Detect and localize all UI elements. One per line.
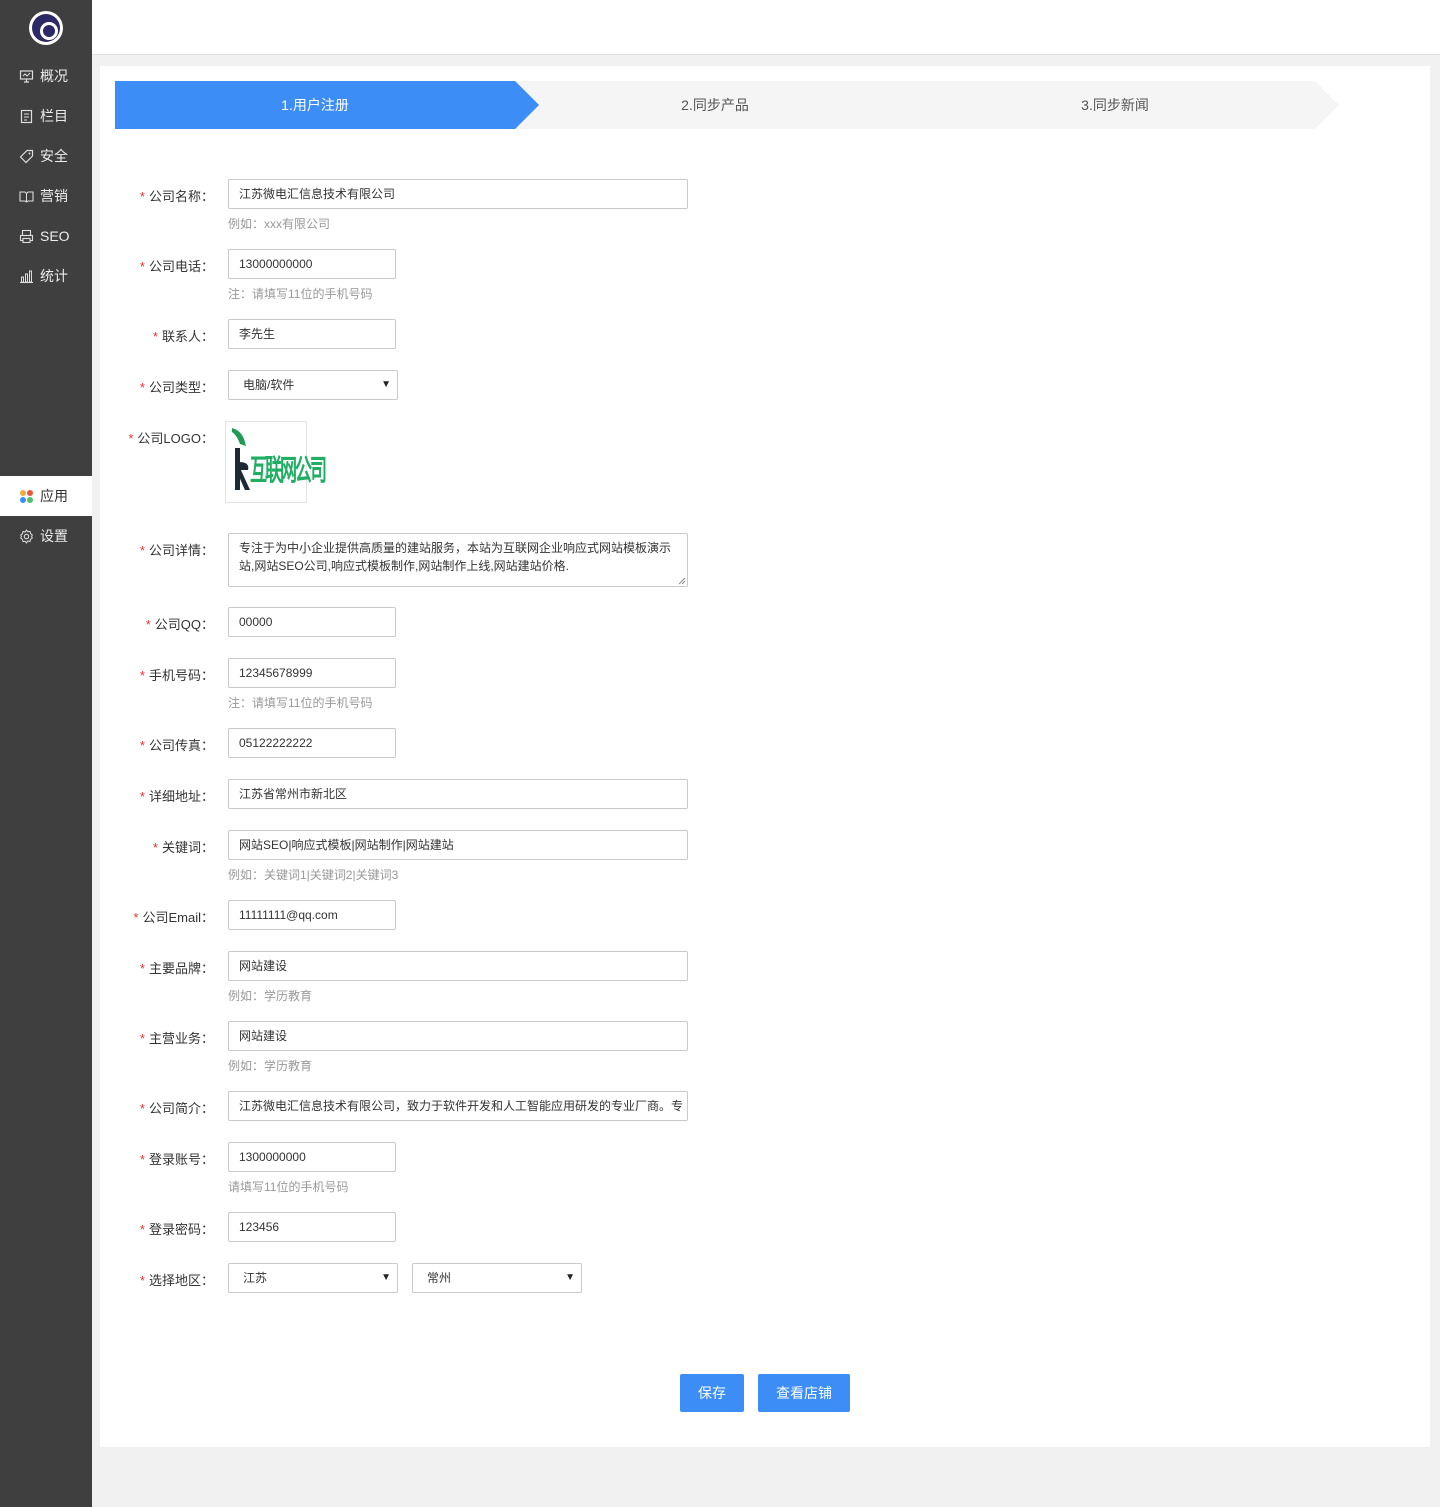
sidebar-item-statistics[interactable]: 统计 xyxy=(0,256,92,296)
company-detail-label: * 公司详情： xyxy=(139,543,214,558)
account-input[interactable]: 1300000000 xyxy=(228,1142,396,1172)
company-type-select[interactable]: 电脑/软件 ▼ xyxy=(228,370,398,400)
company-name-hint: 例如：xxx有限公司 xyxy=(228,217,331,231)
bar-chart-icon xyxy=(19,269,34,284)
resize-handle-icon[interactable] xyxy=(678,577,686,585)
company-name-label: * 公司名称： xyxy=(139,189,214,204)
book-icon xyxy=(19,189,34,204)
gear-icon xyxy=(19,528,34,544)
business-hint: 例如：学历教育 xyxy=(228,1059,313,1073)
keywords-input[interactable]: 网站SEO|响应式模板|网站制作|网站建站 xyxy=(228,830,688,860)
contact-label: * 联系人： xyxy=(152,329,214,344)
app-logo[interactable] xyxy=(29,11,63,45)
step-2: 2.同步产品 xyxy=(681,97,749,113)
company-detail-text: 专注于为中小企业提供高质量的建站服务，本站为互联网企业响应式网站模板演示站,网站… xyxy=(239,541,672,573)
monitor-icon xyxy=(19,69,34,84)
mobile-label: * 手机号码： xyxy=(139,668,214,683)
sidebar-item-apps[interactable]: 应用 xyxy=(0,476,92,516)
sidebar-item-label: SEO xyxy=(40,228,70,244)
sidebar-item-label: 概况 xyxy=(40,68,68,84)
company-logo-label: * 公司LOGO： xyxy=(128,431,214,446)
chevron-down-icon: ▼ xyxy=(565,1272,575,1283)
chevron-down-icon: ▼ xyxy=(381,1272,391,1283)
sidebar-item-label: 统计 xyxy=(40,268,68,284)
address-label: * 详细地址： xyxy=(139,789,214,804)
step-3: 3.同步新闻 xyxy=(1081,97,1149,113)
brand-input[interactable]: 网站建设 xyxy=(228,951,688,981)
sidebar-item-overview[interactable]: 概况 xyxy=(0,56,92,96)
sidebar-item-security[interactable]: 安全 xyxy=(0,136,92,176)
email-input[interactable]: 11111111@qq.com xyxy=(228,900,396,930)
step-1: 1.用户注册 xyxy=(281,97,349,113)
business-label: * 主营业务： xyxy=(139,1031,214,1046)
sidebar-item-label: 栏目 xyxy=(40,108,68,124)
business-input[interactable]: 网站建设 xyxy=(228,1021,688,1051)
brand-label: * 主要品牌： xyxy=(139,961,214,976)
password-input[interactable]: 123456 xyxy=(228,1212,396,1242)
company-detail-textarea[interactable]: 专注于为中小企业提供高质量的建站服务，本站为互联网企业响应式网站模板演示站,网站… xyxy=(228,533,688,587)
sidebar-item-label: 营销 xyxy=(40,188,68,204)
view-store-button[interactable]: 查看店铺 xyxy=(758,1374,850,1412)
sidebar-item-settings[interactable]: 设置 xyxy=(0,516,92,556)
fax-input[interactable]: 05122222222 xyxy=(228,728,396,758)
main-panel: 1.用户注册 2.同步产品 3.同步新闻 * 公司名称： 江苏微电汇信息技术有限公… xyxy=(100,66,1430,1447)
account-label: * 登录账号： xyxy=(139,1152,214,1167)
password-label: * 登录密码： xyxy=(139,1222,214,1237)
contact-input[interactable]: 李先生 xyxy=(228,319,396,349)
company-qq-label: * 公司QQ： xyxy=(145,617,214,632)
fax-label: * 公司传真： xyxy=(139,738,214,753)
print-icon xyxy=(19,229,34,244)
company-phone-input[interactable]: 13000000000 xyxy=(228,249,396,279)
sidebar-item-columns[interactable]: 栏目 xyxy=(0,96,92,136)
region-label: * 选择地区： xyxy=(139,1273,214,1288)
brand-hint: 例如：学历教育 xyxy=(228,989,313,1003)
sidebar-item-label: 安全 xyxy=(40,148,68,164)
company-phone-hint: 注：请填写11位的手机号码 xyxy=(228,287,373,301)
keywords-label: * 关键词： xyxy=(152,840,214,855)
mobile-input[interactable]: 12345678999 xyxy=(228,658,396,688)
intro-label: * 公司简介： xyxy=(139,1101,214,1116)
save-button[interactable]: 保存 xyxy=(680,1374,744,1412)
intro-input[interactable]: 江苏微电汇信息技术有限公司，致力于软件开发和人工智能应用研发的专业厂商。专 xyxy=(228,1091,688,1121)
logo-text: 互联网公司 xyxy=(250,454,327,487)
company-qq-input[interactable]: 00000 xyxy=(228,607,396,637)
sidebar: 概况 栏目 安全 营销 SEO 统计 应用 设置 xyxy=(0,0,92,1507)
document-icon xyxy=(19,109,34,124)
province-select[interactable]: 江苏 ▼ xyxy=(228,1263,398,1293)
province-value: 江苏 xyxy=(243,1271,268,1285)
sidebar-item-marketing[interactable]: 营销 xyxy=(0,176,92,216)
city-select[interactable]: 常州 ▼ xyxy=(412,1263,582,1293)
company-logo-image[interactable]: 互联网公司 xyxy=(225,421,327,503)
apps-icon xyxy=(19,489,34,504)
account-hint: 请填写11位的手机号码 xyxy=(228,1180,349,1194)
sidebar-item-label: 应用 xyxy=(40,488,68,504)
company-type-label: * 公司类型： xyxy=(139,380,214,395)
email-label: * 公司Email： xyxy=(133,910,214,925)
keywords-hint: 例如：关键词1|关键词2|关键词3 xyxy=(228,868,399,882)
sidebar-item-label: 设置 xyxy=(40,528,68,544)
chevron-down-icon: ▼ xyxy=(381,379,391,390)
mobile-hint: 注：请填写11位的手机号码 xyxy=(228,696,373,710)
company-type-value: 电脑/软件 xyxy=(243,378,295,392)
top-bar xyxy=(92,0,1440,55)
address-input[interactable]: 江苏省常州市新北区 xyxy=(228,779,688,809)
company-phone-label: * 公司电话： xyxy=(139,259,214,274)
step-progress: 1.用户注册 2.同步产品 3.同步新闻 xyxy=(115,81,1339,129)
tag-icon xyxy=(19,149,34,164)
company-name-input[interactable]: 江苏微电汇信息技术有限公司 xyxy=(228,179,688,209)
sidebar-item-seo[interactable]: SEO xyxy=(0,216,92,256)
city-value: 常州 xyxy=(427,1271,452,1285)
